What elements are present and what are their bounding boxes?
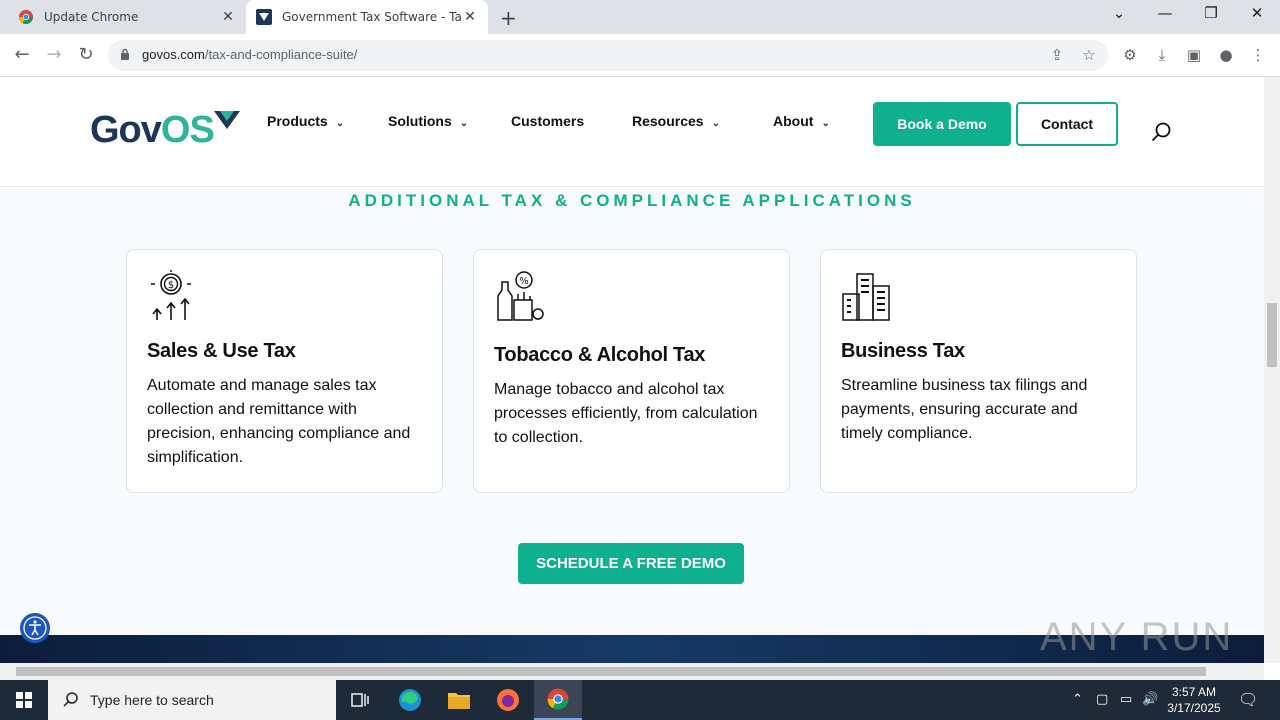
schedule-demo-button[interactable]: SCHEDULE A FREE DEMO [518, 543, 744, 584]
chrome-taskbar-icon[interactable] [534, 680, 582, 720]
card-title: Sales & Use Tax [147, 340, 296, 362]
tray-chevron-up-icon[interactable]: ⌃ [1072, 692, 1083, 707]
task-view-icon[interactable] [336, 680, 384, 720]
tobacco-alcohol-icon: % [497, 271, 544, 321]
nav-resources[interactable]: Resources ⌄ [632, 113, 720, 129]
city-buildings-icon [842, 273, 890, 321]
taskbar-search-input[interactable]: Type here to search [48, 680, 336, 720]
card-tobacco-alcohol-tax[interactable]: % Tobacco & Alcohol Tax Manage tobacco a… [473, 249, 790, 493]
side-panel-icon[interactable]: ▣ [1183, 44, 1205, 66]
minimize-icon[interactable]: — [1150, 4, 1180, 22]
extensions-icon[interactable]: ⚙ [1119, 44, 1141, 66]
volume-icon[interactable]: 🔊 [1142, 692, 1158, 707]
tab-update-chrome[interactable]: Update Chrome ✕ [8, 0, 246, 34]
section-title: ADDITIONAL TAX & COMPLIANCE APPLICATIONS [348, 191, 916, 210]
nav-customers[interactable]: Customers [511, 113, 584, 129]
lock-icon [121, 48, 129, 60]
money-growth-icon: $ [151, 270, 191, 320]
card-title: Business Tax [841, 340, 965, 362]
browser-tab-bar: Update Chrome ✕ Government Tax Software … [0, 0, 1280, 34]
tray-device-icon[interactable]: ▢ [1096, 692, 1108, 707]
chevron-down-icon: ⌄ [821, 118, 830, 129]
anyrun-watermark: ANY RUN [1040, 615, 1234, 659]
search-icon[interactable] [1150, 121, 1172, 143]
contact-button[interactable]: Contact [1016, 102, 1118, 146]
tab-title: Update Chrome [44, 10, 139, 24]
svg-text:$: $ [168, 280, 174, 291]
file-explorer-icon[interactable] [435, 680, 483, 720]
govos-logo[interactable]: GovOS [90, 109, 215, 152]
nav-products[interactable]: Products ⌄ [267, 113, 344, 129]
nav-solutions[interactable]: Solutions ⌄ [388, 113, 468, 129]
chrome-icon [19, 10, 33, 24]
accessibility-icon[interactable] [20, 613, 50, 643]
share-icon[interactable]: ⇪ [1046, 44, 1068, 66]
card-title: Tobacco & Alcohol Tax [494, 344, 706, 366]
chevron-down-icon: ⌄ [335, 118, 345, 129]
card-sales-use-tax[interactable]: $ Sales & Use Tax Automate and manage sa… [126, 249, 443, 493]
govos-favicon-icon [256, 9, 272, 25]
card-description: Manage tobacco and alcohol tax processes… [494, 381, 758, 446]
vertical-scrollbar[interactable] [1264, 77, 1280, 663]
chevron-down-icon: ⌄ [459, 118, 469, 129]
book-demo-button[interactable]: Book a Demo [873, 102, 1011, 146]
url-text: govos.com/tax-and-compliance-suite/ [142, 47, 358, 62]
taskbar-clock[interactable]: 3:57 AM 3/17/2025 [1160, 684, 1228, 716]
tab-govos[interactable]: Government Tax Software - Tax & Complian… [246, 0, 488, 34]
forward-icon[interactable]: → [42, 44, 66, 68]
card-description: Automate and manage sales tax collection… [147, 377, 411, 466]
scroll-thumb[interactable] [16, 667, 1206, 676]
network-icon[interactable]: ▭ [1120, 692, 1132, 707]
windows-start-icon[interactable] [0, 680, 48, 720]
browser-toolbar: ← → ↻ govos.com/tax-and-compliance-suite… [0, 34, 1280, 77]
horizontal-scrollbar[interactable] [0, 663, 1264, 680]
chevron-down-icon: ⌄ [711, 118, 720, 129]
address-bar[interactable]: govos.com/tax-and-compliance-suite/ ⇪ ☆ [108, 40, 1108, 71]
reload-icon[interactable]: ↻ [74, 44, 98, 68]
svg-text:%: % [519, 276, 529, 287]
menu-kebab-icon[interactable]: ⋮ [1247, 44, 1269, 66]
card-description: Streamline business tax filings and paym… [841, 377, 1088, 442]
download-icon[interactable]: ⤓ [1151, 44, 1173, 66]
page-viewport: GovOS Products ⌄ Solutions ⌄ Customers Res… [0, 77, 1264, 663]
logo-check-icon [214, 111, 240, 129]
close-window-icon[interactable]: ✕ [1242, 4, 1272, 22]
restore-icon[interactable]: ❐ [1196, 4, 1226, 22]
notifications-icon[interactable]: 🗨 [1238, 690, 1258, 709]
new-tab-button[interactable]: + [500, 6, 517, 30]
site-header: GovOS Products ⌄ Solutions ⌄ Customers Res… [0, 77, 1264, 187]
firefox-icon[interactable] [484, 680, 532, 720]
bookmark-star-icon[interactable]: ☆ [1078, 44, 1100, 66]
back-icon[interactable]: ← [10, 44, 34, 68]
card-business-tax[interactable]: Business Tax Streamline business tax fil… [820, 249, 1137, 493]
close-tab-icon[interactable]: ✕ [220, 9, 236, 25]
nav-about[interactable]: About ⌄ [773, 113, 830, 129]
tab-title: Government Tax Software - Tax & Complian… [282, 10, 462, 24]
close-tab-icon[interactable]: ✕ [462, 9, 478, 25]
scroll-thumb[interactable] [1267, 303, 1277, 367]
tab-search-icon[interactable]: ⌄ [1104, 4, 1134, 22]
profile-icon[interactable]: ● [1215, 44, 1237, 66]
search-icon [63, 692, 78, 707]
windows-taskbar: Type here to search ⌃ ▢ ▭ 🔊 3:57 AM 3/17… [0, 680, 1280, 720]
edge-icon[interactable] [386, 680, 434, 720]
